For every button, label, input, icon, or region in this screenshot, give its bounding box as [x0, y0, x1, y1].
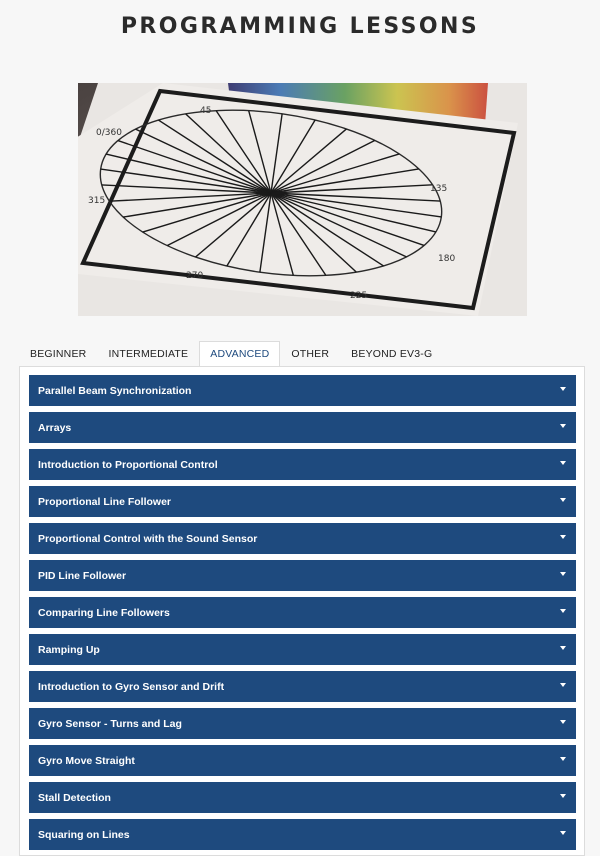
dial-label: 135 [430, 184, 447, 194]
accordion-item[interactable]: Introduction to Proportional Control [29, 449, 576, 480]
caret-down-icon [560, 386, 566, 391]
tab-intermediate[interactable]: INTERMEDIATE [97, 341, 199, 366]
accordion-item-label: Squaring on Lines [38, 828, 130, 841]
caret-down-icon [560, 571, 566, 576]
tab-advanced[interactable]: ADVANCED [199, 341, 281, 366]
accordion-item-label: Comparing Line Followers [38, 606, 170, 619]
accordion-item-label: PID Line Follower [38, 569, 127, 582]
accordion-item[interactable]: Gyro Sensor - Turns and Lag [29, 708, 576, 739]
accordion-item-label: Proportional Control with the Sound Sens… [38, 532, 258, 545]
accordion-item-label: Parallel Beam Synchronization [38, 384, 192, 397]
accordion-item[interactable]: Proportional Control with the Sound Sens… [29, 523, 576, 554]
caret-down-icon [560, 682, 566, 687]
caret-down-icon [560, 534, 566, 539]
accordion-item[interactable]: Ramping Up [29, 634, 576, 665]
caret-down-icon [560, 423, 566, 428]
tab-other[interactable]: OTHER [280, 341, 340, 366]
dial-label: 270 [186, 271, 203, 281]
caret-down-icon [560, 719, 566, 724]
accordion-item-label: Stall Detection [38, 791, 111, 804]
accordion-item-label: Arrays [38, 421, 72, 434]
lesson-accordion: Parallel Beam Synchronization Arrays Intro… [29, 375, 576, 856]
accordion-item[interactable]: Arrays [29, 412, 576, 443]
accordion-item-label: Ramping Up [38, 643, 100, 656]
accordion-item-label: Introduction to Proportional Control [38, 458, 218, 471]
accordion-item-label: Gyro Sensor - Turns and Lag [38, 717, 182, 730]
caret-down-icon [560, 793, 566, 798]
caret-down-icon [560, 497, 566, 502]
accordion-item[interactable]: PID Line Follower [29, 560, 576, 591]
accordion-item-label: Gyro Move Straight [38, 754, 135, 767]
caret-down-icon [560, 830, 566, 835]
dial-label: 315 [88, 196, 105, 206]
accordion-item[interactable]: Stall Detection [29, 782, 576, 813]
accordion-item[interactable]: Gyro Move Straight [29, 745, 576, 776]
accordion-item[interactable]: Introduction to Gyro Sensor and Drift [29, 671, 576, 702]
tab-beginner[interactable]: BEGINNER [19, 341, 97, 366]
tab-beyond-ev3-g[interactable]: BEYOND EV3-G [340, 341, 443, 366]
hero-image: 0/360 45 135 180 225 270 315 [78, 83, 527, 316]
dial-label: 45 [200, 106, 211, 116]
lesson-level-tabs: BEGINNER INTERMEDIATE ADVANCED OTHER BEYOND … [19, 341, 443, 366]
caret-down-icon [560, 460, 566, 465]
protractor-illustration: 0/360 45 135 180 225 270 315 [78, 83, 527, 316]
caret-down-icon [560, 756, 566, 761]
dial-label: 0/360 [96, 128, 122, 138]
caret-down-icon [560, 645, 566, 650]
accordion-item-label: Introduction to Gyro Sensor and Drift [38, 680, 225, 693]
dial-label: 225 [350, 291, 367, 301]
accordion-item[interactable]: Proportional Line Follower [29, 486, 576, 517]
accordion-item[interactable]: Comparing Line Followers [29, 597, 576, 628]
dial-label: 180 [438, 254, 455, 264]
accordion-item-label: Proportional Line Follower [38, 495, 172, 508]
caret-down-icon [560, 608, 566, 613]
page-title: PROGRAMMING LESSONS [120, 14, 480, 39]
accordion-item[interactable]: Parallel Beam Synchronization [29, 375, 576, 406]
accordion-item[interactable]: Squaring on Lines [29, 819, 576, 850]
